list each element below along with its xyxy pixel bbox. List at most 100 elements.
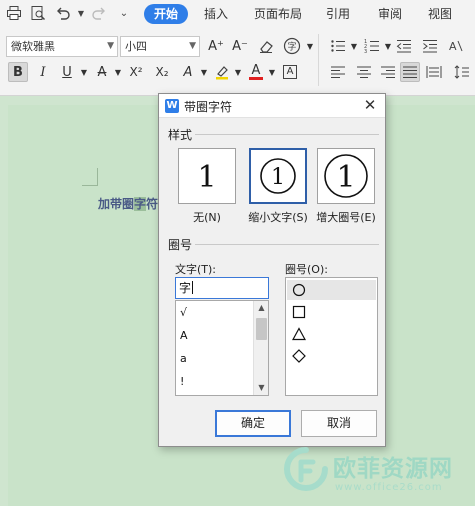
style-none-preview: 1 [197,160,216,195]
redo-icon[interactable] [89,3,109,23]
undo-dropdown-icon[interactable]: ▼ [71,3,91,23]
tab-view[interactable]: 视图 [428,4,452,24]
toolbar-separator [318,34,319,86]
style-none-label[interactable]: 无(N) [171,209,243,225]
wps-writer-icon: W [165,99,179,113]
svg-text:字: 字 [287,41,296,53]
align-justify-icon [403,66,417,78]
enclosed-character-icon: 字 [283,37,301,55]
style-option-none[interactable]: 1 [178,148,236,204]
enclosure-option-triangle[interactable] [287,324,376,344]
font-color-letter: A [251,62,261,78]
diamond-icon [292,349,306,363]
close-icon[interactable]: ✕ [361,96,379,114]
chinese-layout-button[interactable]: A [446,36,466,56]
selected-character: 字 [134,197,147,211]
bold-button[interactable]: B [8,62,28,82]
char-border-button[interactable]: A [280,62,300,82]
enclosure-option-diamond[interactable] [287,346,376,366]
undo-icon[interactable] [53,3,73,23]
ribbon: ▼ ⌄ 开始 插入 页面布局 引用 审阅 视图 微软雅黑 ▼ 小四 ▼ A⁺ A… [0,0,475,96]
font-name-select[interactable]: 微软雅黑 ▼ [6,36,118,57]
superscript-button[interactable]: X² [126,62,146,82]
style-shrink-preview: 1 [260,158,296,194]
document-text-before: 加带圈 [98,197,135,211]
bullets-dropdown-icon[interactable]: ▼ [344,36,364,56]
document-text[interactable]: 加带圈字符 [98,195,158,212]
chevron-down-icon: ▼ [107,41,114,51]
style-option-enlarge-symbol[interactable]: 1 [317,148,375,204]
align-right-button[interactable] [378,62,398,82]
text-options-scrollbar[interactable]: ▲ ▼ [253,301,268,395]
enclosure-option-square[interactable] [287,302,376,322]
document-text-after: 符 [146,197,159,211]
distributed-align-button[interactable] [424,62,444,82]
tab-insert[interactable]: 插入 [204,4,228,24]
watermark-url: www.office26.com [335,482,443,493]
line-spacing-button[interactable] [452,62,472,82]
align-center-button[interactable] [354,62,374,82]
page-margin-mark [82,168,98,186]
watermark-name: 欧菲资源网 [333,456,453,482]
enclose-characters-button[interactable]: 字 [282,36,302,56]
circle-icon [292,283,306,297]
enclose-characters-dialog: W 带圈字符 ✕ 样式 1 1 1 无(N) 缩小文字(S) 增大圈号(E) 圈… [158,93,386,447]
cancel-button[interactable]: 取消 [301,410,377,437]
tab-references[interactable]: 引用 [326,4,350,24]
style-sample-text: 1 [336,160,355,195]
underline-dropdown-icon[interactable]: ▼ [74,62,94,82]
style-shrink-label[interactable]: 缩小文字(S) [242,209,314,225]
text-direction-icon: A [449,40,463,53]
scroll-thumb[interactable] [256,318,267,340]
indent-icon [423,40,437,53]
increase-indent-button[interactable] [420,36,440,56]
svg-text:3: 3 [364,49,367,54]
ok-button[interactable]: 确定 [215,410,291,437]
list-item[interactable]: ! [180,373,184,391]
list-item[interactable]: A [180,327,188,345]
enclosure-option-circle[interactable] [287,280,376,300]
scroll-up-icon[interactable]: ▲ [254,301,268,315]
font-color-swatch [249,76,263,80]
font-color-dropdown-icon[interactable]: ▼ [262,62,282,82]
outdent-icon [396,40,411,53]
italic-button[interactable]: I [33,62,53,82]
style-sample-text: 1 [197,160,216,195]
justify-button[interactable] [400,62,420,82]
strikethrough-dropdown-icon[interactable]: ▼ [108,62,128,82]
print-preview-icon[interactable] [28,3,48,23]
highlight-dropdown-icon[interactable]: ▼ [228,62,248,82]
text-input-value: 字 [179,281,192,295]
clear-format-button[interactable] [256,36,276,56]
style-option-shrink-text[interactable]: 1 [249,148,307,204]
text-input[interactable]: 字 [175,277,269,299]
customize-quick-access-icon[interactable]: ⌄ [114,3,134,23]
style-enlarge-preview: 1 [324,154,368,198]
align-left-button[interactable] [328,62,348,82]
dialog-title-bar[interactable]: W 带圈字符 ✕ [159,94,385,118]
style-group-label: 样式 [168,128,193,142]
style-enlarge-label[interactable]: 增大圈号(E) [310,209,382,225]
scroll-down-icon[interactable]: ▼ [254,381,268,395]
shrink-font-button[interactable]: A⁻ [230,36,250,56]
chevron-down-icon: ▼ [189,41,196,51]
char-shading-dropdown-icon[interactable]: ▼ [194,62,214,82]
enclosure-group-label: 圈号 [168,238,193,252]
text-options-list[interactable]: √ A a ! ▲ ▼ [175,300,269,396]
tab-home[interactable]: 开始 [144,4,189,24]
enclosure-options-list[interactable] [285,277,378,396]
list-item[interactable]: √ [180,304,187,322]
text-label: 文字(T): [175,263,217,276]
grow-font-button[interactable]: A⁺ [206,36,226,56]
line-spacing-icon [454,65,469,79]
square-icon [292,305,306,319]
decrease-indent-button[interactable] [394,36,414,56]
list-item[interactable]: a [180,350,187,368]
print-icon[interactable] [4,3,24,23]
enclose-dropdown-icon[interactable]: ▼ [300,36,320,56]
tab-review[interactable]: 审阅 [378,4,402,24]
font-size-select[interactable]: 小四 ▼ [120,36,200,57]
tab-page-layout[interactable]: 页面布局 [254,4,302,24]
subscript-button[interactable]: X₂ [152,62,172,82]
group-divider [195,134,379,135]
